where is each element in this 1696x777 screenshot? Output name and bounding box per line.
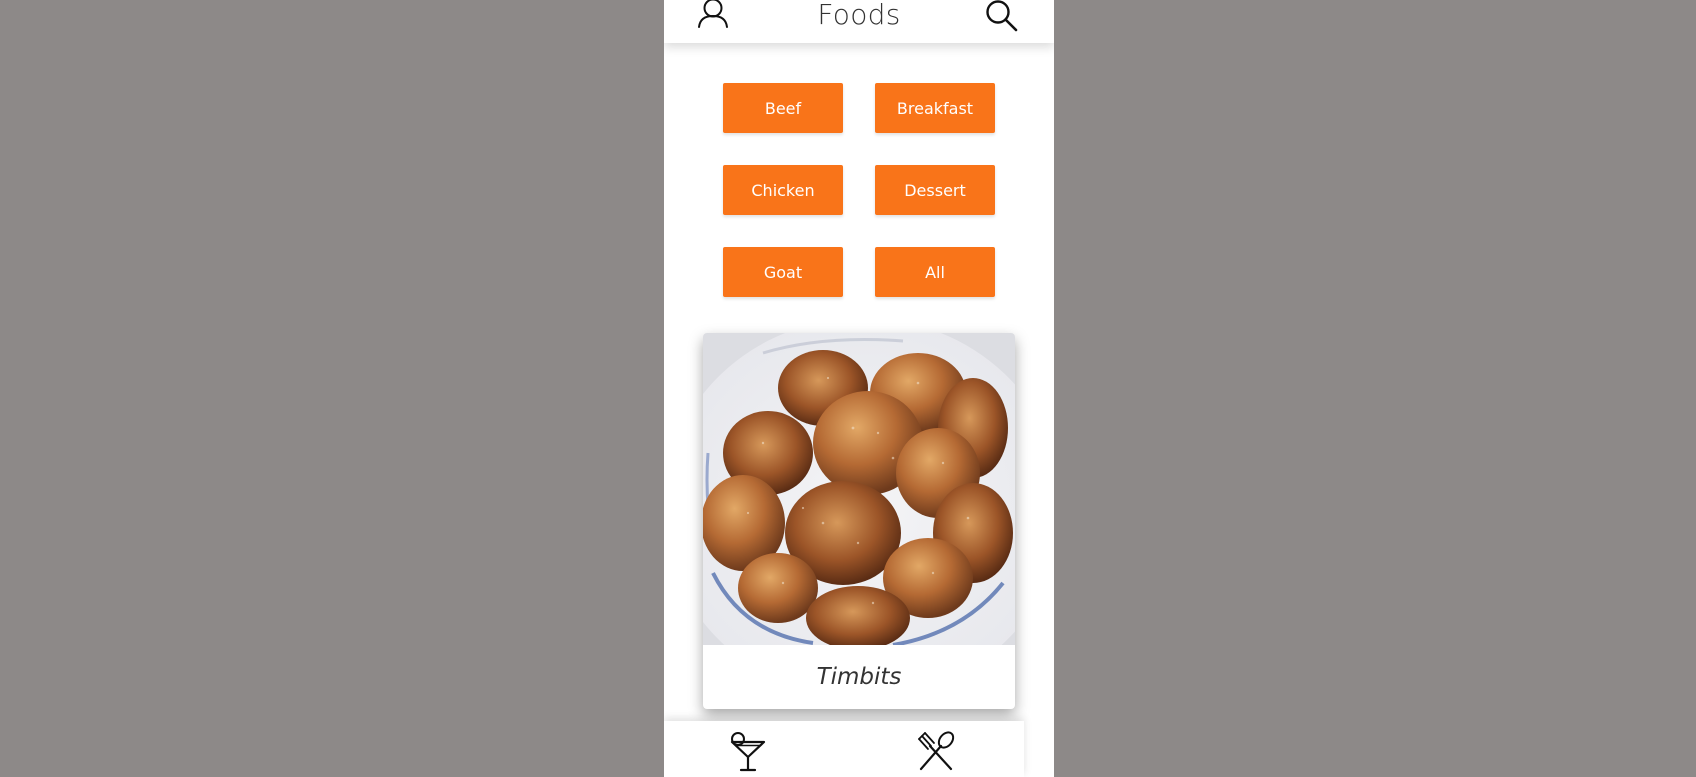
top-app-bar: Foods <box>664 0 1054 43</box>
category-button-all[interactable]: All <box>875 247 995 297</box>
food-card[interactable]: Timbits <box>703 333 1015 709</box>
cocktail-icon <box>730 732 766 772</box>
foods-nav-button[interactable] <box>914 729 958 773</box>
category-button-chicken[interactable]: Chicken <box>723 165 843 215</box>
category-button-breakfast[interactable]: Breakfast <box>875 83 995 133</box>
category-button-goat[interactable]: Goat <box>723 247 843 297</box>
drinks-nav-button[interactable] <box>726 729 770 773</box>
category-button-beef[interactable]: Beef <box>723 83 843 133</box>
food-photo <box>703 333 1015 645</box>
search-icon <box>986 0 1018 32</box>
search-button[interactable] <box>984 0 1020 34</box>
fork-spoon-icon <box>918 731 955 771</box>
bottom-nav-bar <box>664 721 1024 777</box>
category-button-dessert[interactable]: Dessert <box>875 165 995 215</box>
app-screen: Foods Beef Breakfast Chicken Dessert Goa… <box>664 0 1054 777</box>
food-name: Timbits <box>816 664 902 690</box>
